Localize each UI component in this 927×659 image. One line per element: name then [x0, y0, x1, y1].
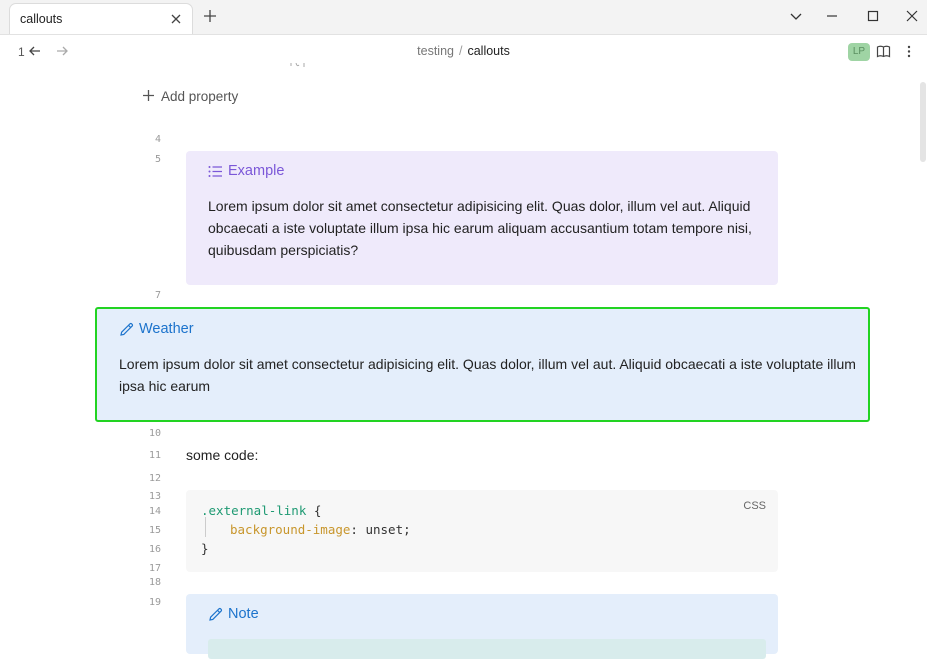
line-number: 4: [154, 134, 161, 145]
code-line: .external-link {: [201, 503, 321, 518]
more-vertical-icon[interactable]: [903, 44, 915, 59]
line-number: 15: [148, 525, 161, 536]
line-number: 12: [148, 473, 161, 484]
line-number: 13: [148, 491, 161, 502]
code-line: background-image: unset;: [230, 522, 411, 537]
line-number: 18: [148, 577, 161, 588]
nested-callout[interactable]: [208, 639, 766, 659]
paragraph-text: some code:: [186, 447, 259, 463]
line-number: 10: [148, 428, 161, 439]
callout-title: Note: [228, 606, 259, 622]
line-number: 5: [154, 154, 161, 165]
clipped-text-fragment: [290, 63, 305, 67]
line-number: 17: [148, 563, 161, 574]
plus-icon: [143, 90, 154, 101]
book-icon[interactable]: [876, 44, 891, 59]
code-block[interactable]: CSS .external-link { background-image: u…: [186, 490, 778, 572]
breadcrumb-current[interactable]: callouts: [467, 44, 509, 58]
callout-note[interactable]: Note: [186, 594, 778, 659]
line-number: 19: [148, 597, 161, 608]
callout-body: Lorem ipsum dolor sit amet consectetur a…: [208, 198, 752, 258]
tab-title: callouts: [20, 12, 63, 26]
callout-weather[interactable]: Weather Lorem ipsum dolor sit amet conse…: [95, 307, 870, 422]
plus-icon[interactable]: [202, 8, 218, 24]
indent-guide: [205, 517, 206, 537]
line-number: 14: [148, 506, 161, 517]
code-brace: }: [201, 541, 209, 556]
scrollbar[interactable]: [920, 82, 926, 162]
callout-example[interactable]: Example Lorem ipsum dolor sit amet conse…: [186, 151, 778, 285]
close-icon[interactable]: [169, 12, 183, 26]
callout-title: Weather: [139, 321, 194, 337]
code-colon: :: [350, 522, 358, 537]
pencil-icon: [120, 322, 134, 336]
pencil-icon: [209, 607, 223, 621]
maximize-icon[interactable]: [866, 9, 880, 23]
callout-title: Example: [228, 163, 285, 179]
add-property-label: Add property: [161, 89, 239, 104]
line-number: 16: [148, 544, 161, 555]
window-close-icon[interactable]: [905, 9, 919, 23]
code-selector: .external-link: [201, 503, 307, 518]
tab-bar: callouts: [0, 0, 927, 35]
list-icon: [208, 166, 222, 177]
minimize-icon[interactable]: [825, 9, 839, 23]
breadcrumb: testing / callouts: [0, 44, 927, 58]
code-value: unset;: [357, 522, 411, 537]
line-number: 7: [154, 290, 161, 301]
callout-body: Lorem ipsum dolor sit amet consectetur a…: [119, 356, 856, 394]
code-brace: {: [306, 503, 322, 518]
chevron-down-icon[interactable]: [789, 9, 803, 23]
breadcrumb-parent[interactable]: testing: [417, 44, 454, 58]
line-number: 11: [148, 450, 161, 461]
nav-bar: 1 testing / callouts LP: [0, 35, 927, 67]
code-language-label: CSS: [743, 500, 766, 512]
code-line: }: [201, 541, 209, 556]
code-property: background-image: [230, 522, 351, 537]
tab-callouts[interactable]: callouts: [9, 3, 193, 34]
live-preview-badge[interactable]: LP: [848, 43, 870, 61]
breadcrumb-separator: /: [458, 44, 463, 58]
